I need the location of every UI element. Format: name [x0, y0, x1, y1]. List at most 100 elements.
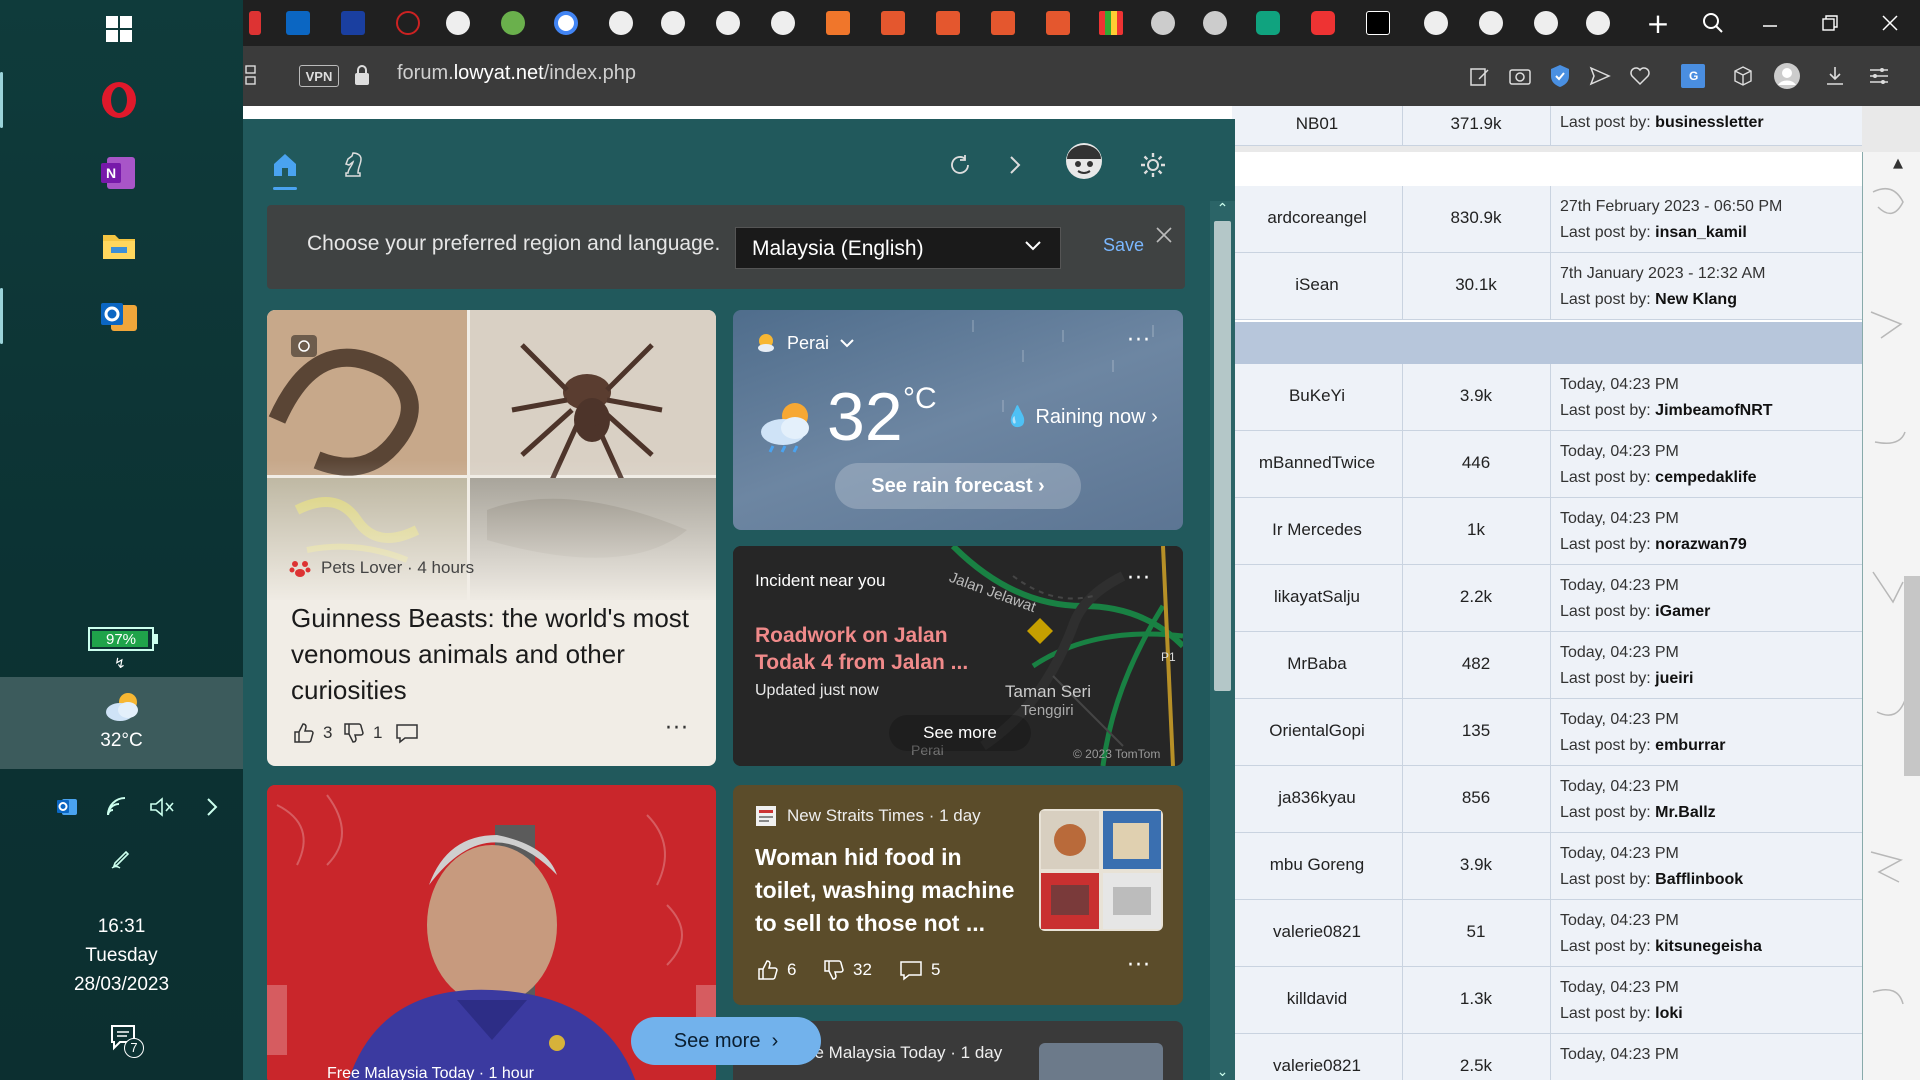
tab-16[interactable]: [1043, 8, 1073, 38]
last-post-author[interactable]: iGamer: [1655, 603, 1710, 620]
refresh-icon[interactable]: [940, 145, 980, 185]
tab-14[interactable]: [933, 8, 963, 38]
windows-start-icon[interactable]: [94, 4, 144, 54]
url-field[interactable]: forum.lowyat.net/index.php: [397, 62, 636, 85]
tab-1[interactable]: [240, 8, 270, 38]
chevron-right-icon[interactable]: [995, 145, 1035, 185]
like-button[interactable]: 3: [293, 722, 332, 744]
see-more-button[interactable]: See more ›: [631, 1017, 821, 1065]
weather-unit[interactable]: °C: [903, 382, 937, 416]
tab-20[interactable]: [1253, 8, 1283, 38]
beasts-source[interactable]: Pets Lover · 4 hours: [289, 557, 474, 579]
last-post-author[interactable]: loki: [1655, 1005, 1683, 1022]
last-post-author[interactable]: norazwan79: [1655, 536, 1747, 553]
topic-starter[interactable]: mBannedTwice: [1232, 453, 1402, 473]
last-post-author[interactable]: cempedaklife: [1655, 469, 1756, 486]
minimize-button[interactable]: [1745, 0, 1795, 46]
outlook-tray-icon[interactable]: [50, 790, 84, 824]
tab-18[interactable]: [1148, 8, 1178, 38]
profile-avatar-icon[interactable]: [1773, 62, 1801, 90]
tab-3[interactable]: [338, 8, 368, 38]
tab-10[interactable]: [713, 8, 743, 38]
rain-forecast-button[interactable]: See rain forecast ›: [835, 463, 1081, 509]
tab-4[interactable]: [393, 8, 423, 38]
camera-icon[interactable]: [1506, 62, 1534, 90]
last-post-author[interactable]: jueiri: [1655, 670, 1693, 687]
topic-starter[interactable]: Ir Mercedes: [1232, 520, 1402, 540]
last-post-author[interactable]: JimbeamofNRT: [1655, 402, 1772, 419]
news-card-guinness-beasts[interactable]: Pets Lover · 4 hours Guinness Beasts: th…: [267, 310, 716, 766]
topic-starter[interactable]: ja836kyau: [1232, 788, 1402, 808]
scroll-up-icon[interactable]: ⌃: [1210, 201, 1235, 217]
incident-title[interactable]: Roadwork on Jalan Todak 4 from Jalan ...: [755, 622, 985, 676]
tab-22[interactable]: [1363, 8, 1393, 38]
close-banner-button[interactable]: [1155, 221, 1173, 251]
tab-search-button[interactable]: [1688, 0, 1738, 46]
last-post-author[interactable]: Bafflinbook: [1655, 871, 1743, 888]
traffic-incident-card[interactable]: Jalan Jelawat Taman Seri Tenggiri Perai …: [733, 546, 1183, 766]
topic-starter[interactable]: iSean: [1232, 275, 1402, 295]
topic-starter[interactable]: likayatSalju: [1232, 587, 1402, 607]
more-options-icon[interactable]: ···: [1127, 328, 1151, 353]
forum-topic-row[interactable]: BuKeYi 3.9k Today, 04:23 PM Last post by: J…: [1232, 364, 1862, 431]
last-post-author[interactable]: New Klang: [1655, 291, 1737, 308]
translate-icon[interactable]: G: [1679, 62, 1707, 90]
opera-icon[interactable]: [94, 75, 144, 125]
dislike-button[interactable]: 1: [343, 722, 382, 744]
new-tab-button[interactable]: +: [1633, 0, 1683, 46]
tab-5[interactable]: [443, 8, 473, 38]
more-options-icon[interactable]: ···: [1127, 953, 1151, 978]
forum-scrollbar-thumb[interactable]: [1904, 576, 1920, 776]
last-post-author[interactable]: insan_kamil: [1655, 224, 1747, 241]
topic-starter[interactable]: valerie0821: [1232, 922, 1402, 942]
download-icon[interactable]: [1821, 62, 1849, 90]
lock-icon[interactable]: [354, 64, 370, 90]
chevron-right-icon[interactable]: [195, 790, 229, 824]
tab-6[interactable]: [498, 8, 528, 38]
more-options-icon[interactable]: ···: [665, 716, 689, 741]
beasts-headline[interactable]: Guinness Beasts: the world's most venomo…: [291, 600, 701, 708]
tab-2[interactable]: [283, 8, 313, 38]
forum-topic-row[interactable]: killdavid 1.3k Today, 04:23 PM Last post by…: [1232, 967, 1862, 1034]
comment-button[interactable]: [395, 722, 419, 744]
notification-center-button[interactable]: 7: [108, 1022, 144, 1058]
like-button[interactable]: 6: [757, 959, 796, 981]
topic-starter[interactable]: valerie0821: [1232, 1056, 1402, 1076]
onenote-icon[interactable]: N: [94, 148, 144, 198]
last-post-author[interactable]: Mr.Ballz: [1655, 804, 1715, 821]
last-post-author[interactable]: emburrar: [1655, 737, 1725, 754]
topic-starter[interactable]: ardcoreangel: [1232, 208, 1402, 228]
topic-starter[interactable]: NB01: [1232, 114, 1402, 134]
topic-starter[interactable]: killdavid: [1232, 989, 1402, 1009]
tab-google[interactable]: [551, 8, 581, 38]
weather-widget-button[interactable]: 32°C: [0, 677, 243, 769]
tab-26[interactable]: [1583, 8, 1613, 38]
topic-starter[interactable]: MrBaba: [1232, 654, 1402, 674]
last-post-author[interactable]: kitsunegeisha: [1655, 938, 1762, 955]
tab-21[interactable]: [1308, 8, 1338, 38]
edit-page-icon[interactable]: [1466, 62, 1494, 90]
topic-starter[interactable]: mbu Goreng: [1232, 855, 1402, 875]
easy-setup-menu-icon[interactable]: [1865, 62, 1893, 90]
tab-9[interactable]: [658, 8, 688, 38]
comment-button[interactable]: 5: [899, 959, 940, 981]
forum-topic-row[interactable]: ardcoreangel 830.9k 27th February 2023 - 0…: [1232, 186, 1862, 253]
tab-15[interactable]: [988, 8, 1018, 38]
tab-11[interactable]: [768, 8, 798, 38]
dislike-button[interactable]: 32: [823, 959, 872, 981]
home-icon[interactable]: [265, 145, 305, 190]
shield-icon[interactable]: [1546, 62, 1574, 90]
more-options-icon[interactable]: ···: [1127, 566, 1151, 591]
forum-topic-row[interactable]: ja836kyau 856 Today, 04:23 PM Last post by:…: [1232, 766, 1862, 833]
tab-25[interactable]: [1531, 8, 1561, 38]
chess-knight-icon[interactable]: [333, 145, 373, 185]
incident-see-more-button[interactable]: See more: [889, 715, 1031, 751]
forum-topic-row[interactable]: MrBaba 482 Today, 04:23 PM Last post by: ju…: [1232, 632, 1862, 699]
battery-indicator[interactable]: 97%: [88, 627, 154, 651]
carousel-prev-button[interactable]: [267, 985, 287, 1055]
forum-topic-row[interactable]: valerie0821 51 Today, 04:23 PM Last post by…: [1232, 900, 1862, 967]
weather-location-selector[interactable]: Perai: [755, 332, 855, 354]
topic-starter[interactable]: OrientalGopi: [1232, 721, 1402, 741]
tab-24[interactable]: [1476, 8, 1506, 38]
nst-source[interactable]: New Straits Times · 1 day: [755, 805, 981, 827]
